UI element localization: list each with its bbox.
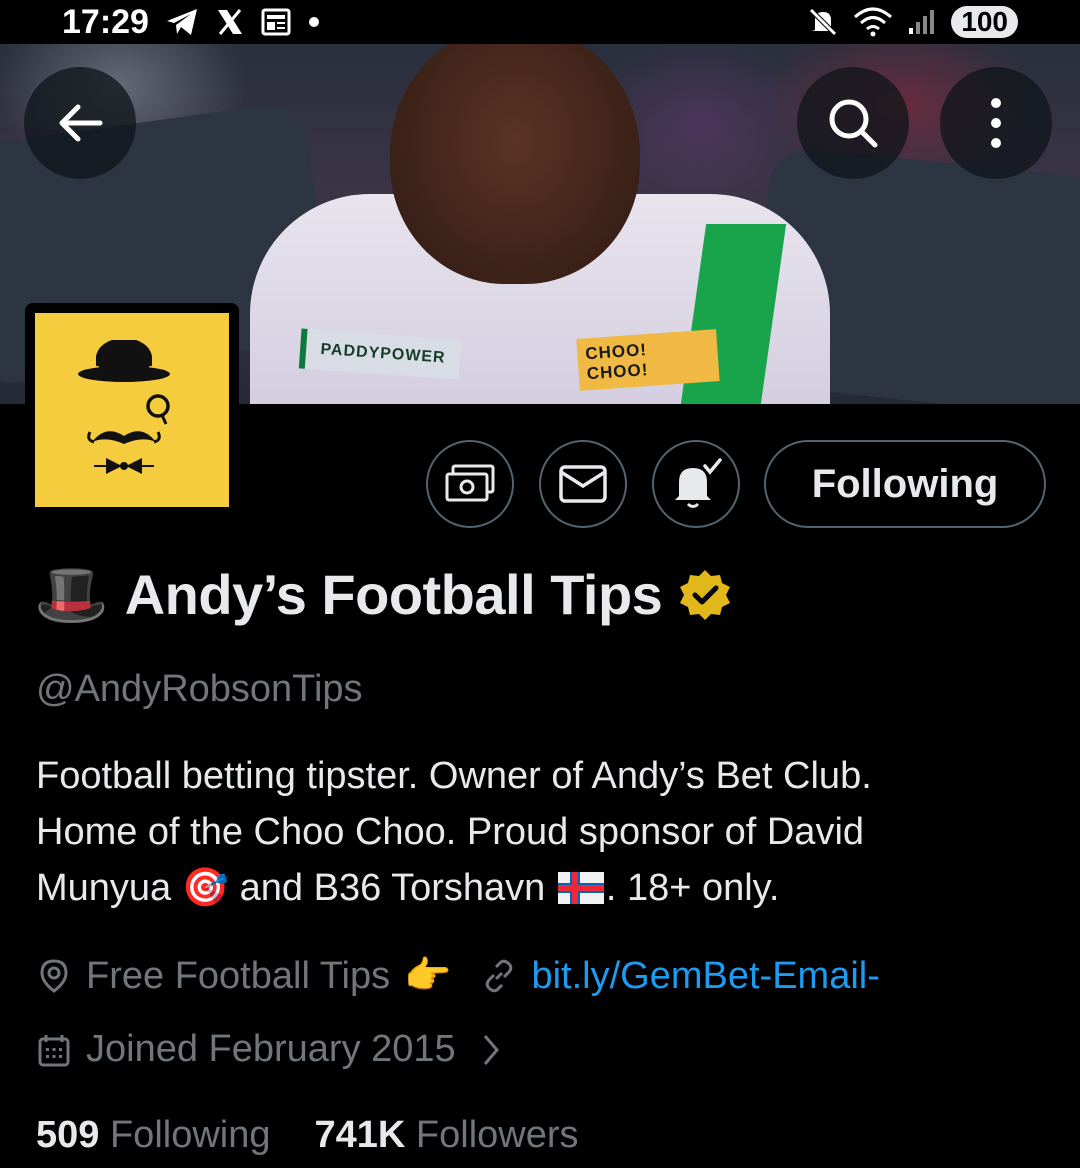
following-label: Following xyxy=(109,1114,271,1156)
status-time: 17:29 xyxy=(62,2,149,41)
display-name-row: 🎩 Andy’s Football Tips xyxy=(34,562,732,627)
joined-date: Joined February 2015 xyxy=(86,1028,456,1070)
wifi-icon xyxy=(853,6,893,38)
following-stat[interactable]: 509 Following xyxy=(36,1114,271,1157)
bio-text: and B36 Torshavn xyxy=(229,867,556,909)
search-button[interactable] xyxy=(797,67,909,179)
status-bar: 17:29 100 xyxy=(0,0,1080,44)
banner-head xyxy=(390,44,640,284)
x-icon xyxy=(215,6,245,38)
money-icon xyxy=(445,464,495,502)
calendar-icon xyxy=(36,1032,72,1068)
follow-stats: 509 Following 741K Followers xyxy=(36,1114,579,1157)
location-text: Free Football Tips xyxy=(86,954,391,997)
followers-label: Followers xyxy=(415,1114,579,1156)
choo-line-2: CHOO! xyxy=(586,360,649,384)
more-vertical-icon xyxy=(991,98,1001,148)
avatar-image xyxy=(35,313,229,507)
display-name: Andy’s Football Tips xyxy=(124,563,663,626)
more-options-button[interactable] xyxy=(940,67,1052,179)
signal-icon xyxy=(907,6,937,38)
bio-text: Munyua xyxy=(36,867,182,909)
battery-indicator: 100 xyxy=(951,6,1018,38)
followers-stat[interactable]: 741K Followers xyxy=(315,1114,579,1157)
location-row: Free Football Tips 👉 bit.ly/GemBet-Email… xyxy=(36,954,880,998)
link-icon xyxy=(481,958,517,994)
pointing-hand-emoji: 👉 xyxy=(404,955,452,997)
mute-icon xyxy=(807,6,839,38)
dot-icon xyxy=(307,6,321,38)
followers-count: 741K xyxy=(314,1114,406,1156)
joined-row[interactable]: Joined February 2015 xyxy=(36,1028,516,1071)
notifications-button[interactable] xyxy=(652,440,740,528)
banner-choo-patch: CHOO! CHOO! xyxy=(576,329,720,391)
telegram-icon xyxy=(165,6,199,38)
profile-website-link[interactable]: bit.ly/GemBet-Email- xyxy=(531,955,879,998)
following-button[interactable]: Following xyxy=(764,440,1046,528)
profile-bio: Football betting tipster. Owner of Andy’… xyxy=(36,748,1046,916)
profile-avatar[interactable] xyxy=(25,303,239,517)
chevron-right-icon xyxy=(480,1032,502,1068)
back-button[interactable] xyxy=(24,67,136,179)
user-handle: @AndyRobsonTips xyxy=(36,668,363,710)
verified-badge-icon xyxy=(680,569,731,620)
gentleman-logo-icon xyxy=(78,340,170,474)
top-hat-emoji: 🎩 xyxy=(34,560,109,628)
dart-emoji: 🎯 xyxy=(181,867,230,909)
following-count: 509 xyxy=(36,1114,100,1156)
message-button[interactable] xyxy=(539,440,627,528)
search-icon xyxy=(829,99,878,148)
location-pin-icon xyxy=(36,958,72,994)
bio-text: . 18+ only. xyxy=(605,867,780,909)
mail-icon xyxy=(559,465,607,503)
bio-line: Munyua 🎯 and B36 Torshavn . 18+ only. xyxy=(36,860,1046,916)
bio-line: Football betting tipster. Owner of Andy’… xyxy=(36,755,872,797)
arrow-left-icon xyxy=(59,104,103,142)
bio-line: Home of the Choo Choo. Proud sponsor of … xyxy=(36,811,865,853)
profile-screen: 17:29 100 PADDYPOWER CHOO! CHOO! Followi… xyxy=(0,0,1080,1168)
subscribe-tip-button[interactable] xyxy=(426,440,514,528)
news-icon xyxy=(261,6,291,38)
faroe-islands-flag-icon xyxy=(557,872,604,904)
bell-check-icon xyxy=(675,458,722,508)
